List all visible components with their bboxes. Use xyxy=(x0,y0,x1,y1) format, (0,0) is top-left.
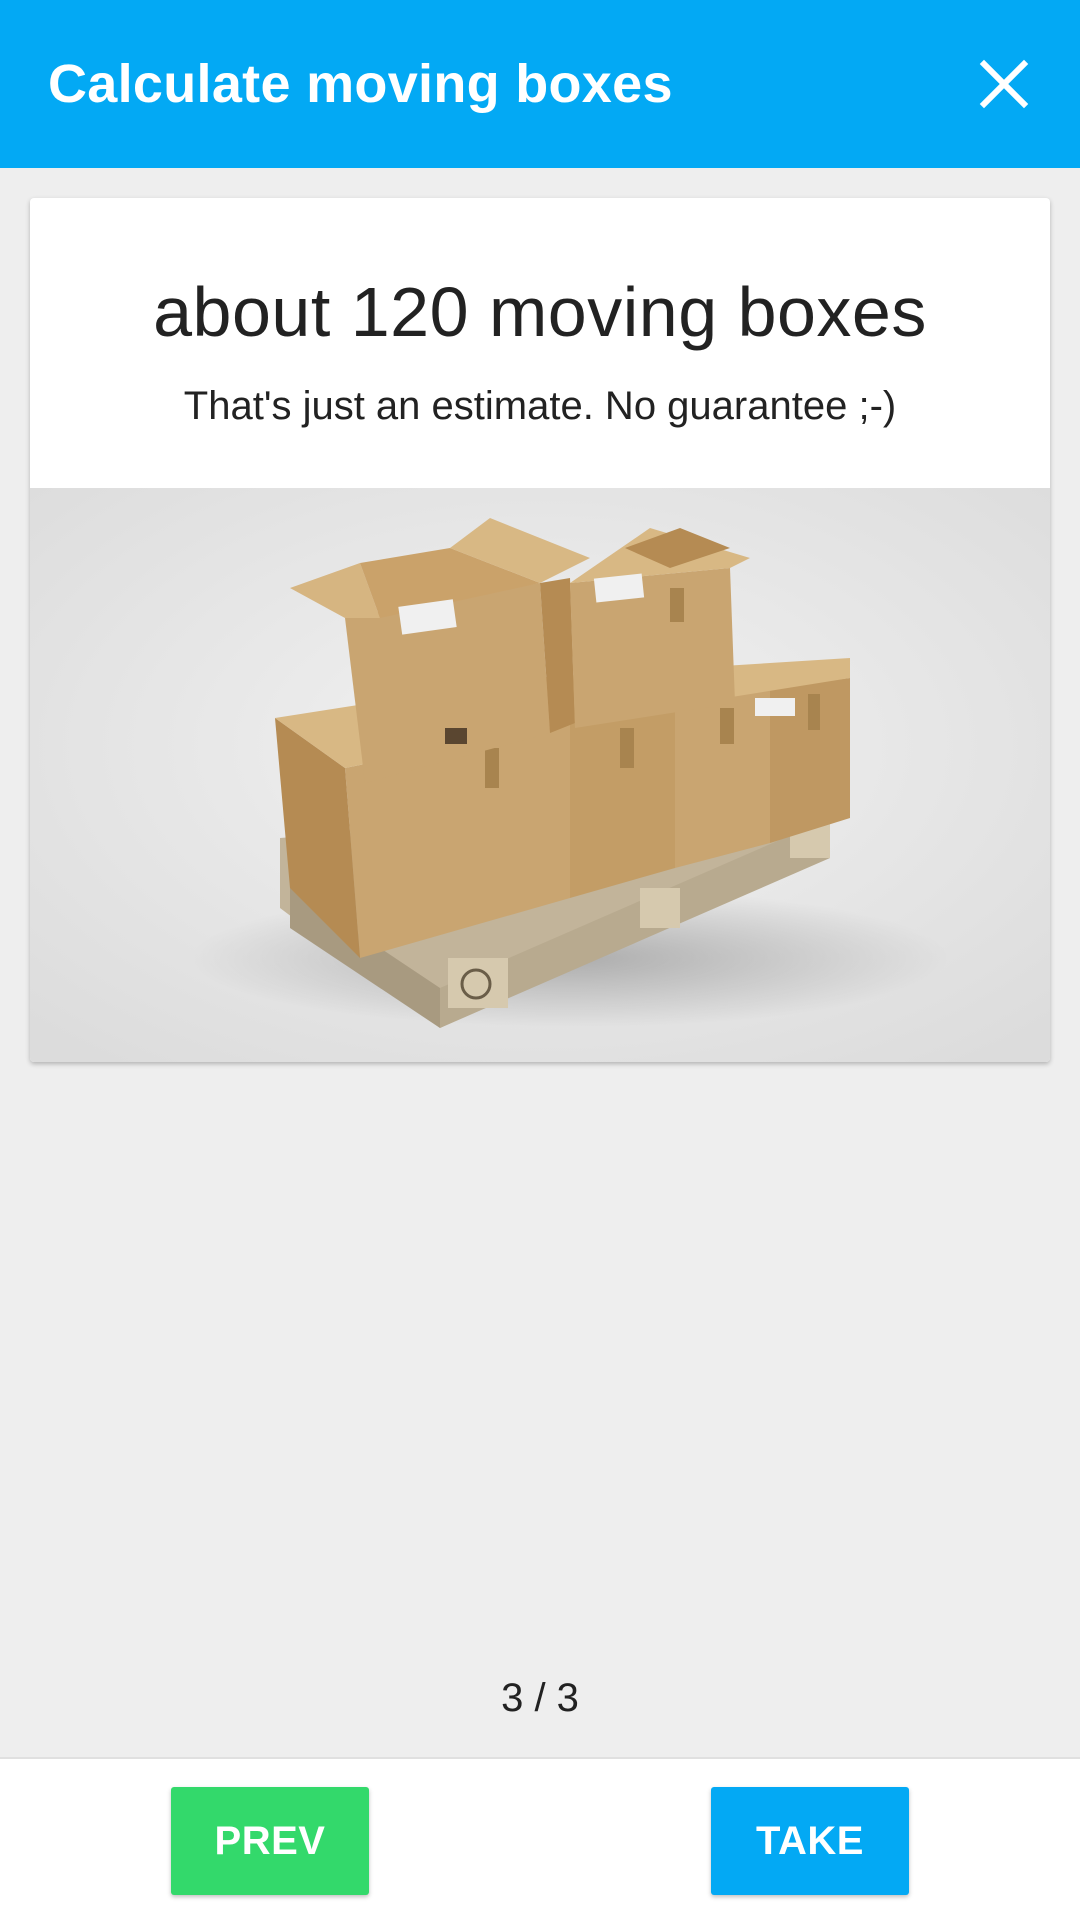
moving-boxes-image xyxy=(30,488,1050,1062)
result-subtitle: That's just an estimate. No guarantee ;-… xyxy=(183,384,897,428)
close-icon xyxy=(979,59,1029,109)
result-card: about 120 moving boxes That's just an es… xyxy=(30,198,1050,1062)
prev-button[interactable]: PREV xyxy=(171,1787,369,1895)
app-bar: Calculate moving boxes xyxy=(0,0,1080,168)
result-title: about 120 moving boxes xyxy=(153,273,927,351)
page-title: Calculate moving boxes xyxy=(48,54,673,114)
take-button[interactable]: TAKE xyxy=(711,1787,909,1895)
result-header: about 120 moving boxes That's just an es… xyxy=(30,198,1050,488)
page-indicator: 3 / 3 xyxy=(501,1676,579,1720)
bottom-action-bar: PREV TAKE xyxy=(0,1757,1080,1920)
close-button[interactable] xyxy=(964,44,1044,124)
